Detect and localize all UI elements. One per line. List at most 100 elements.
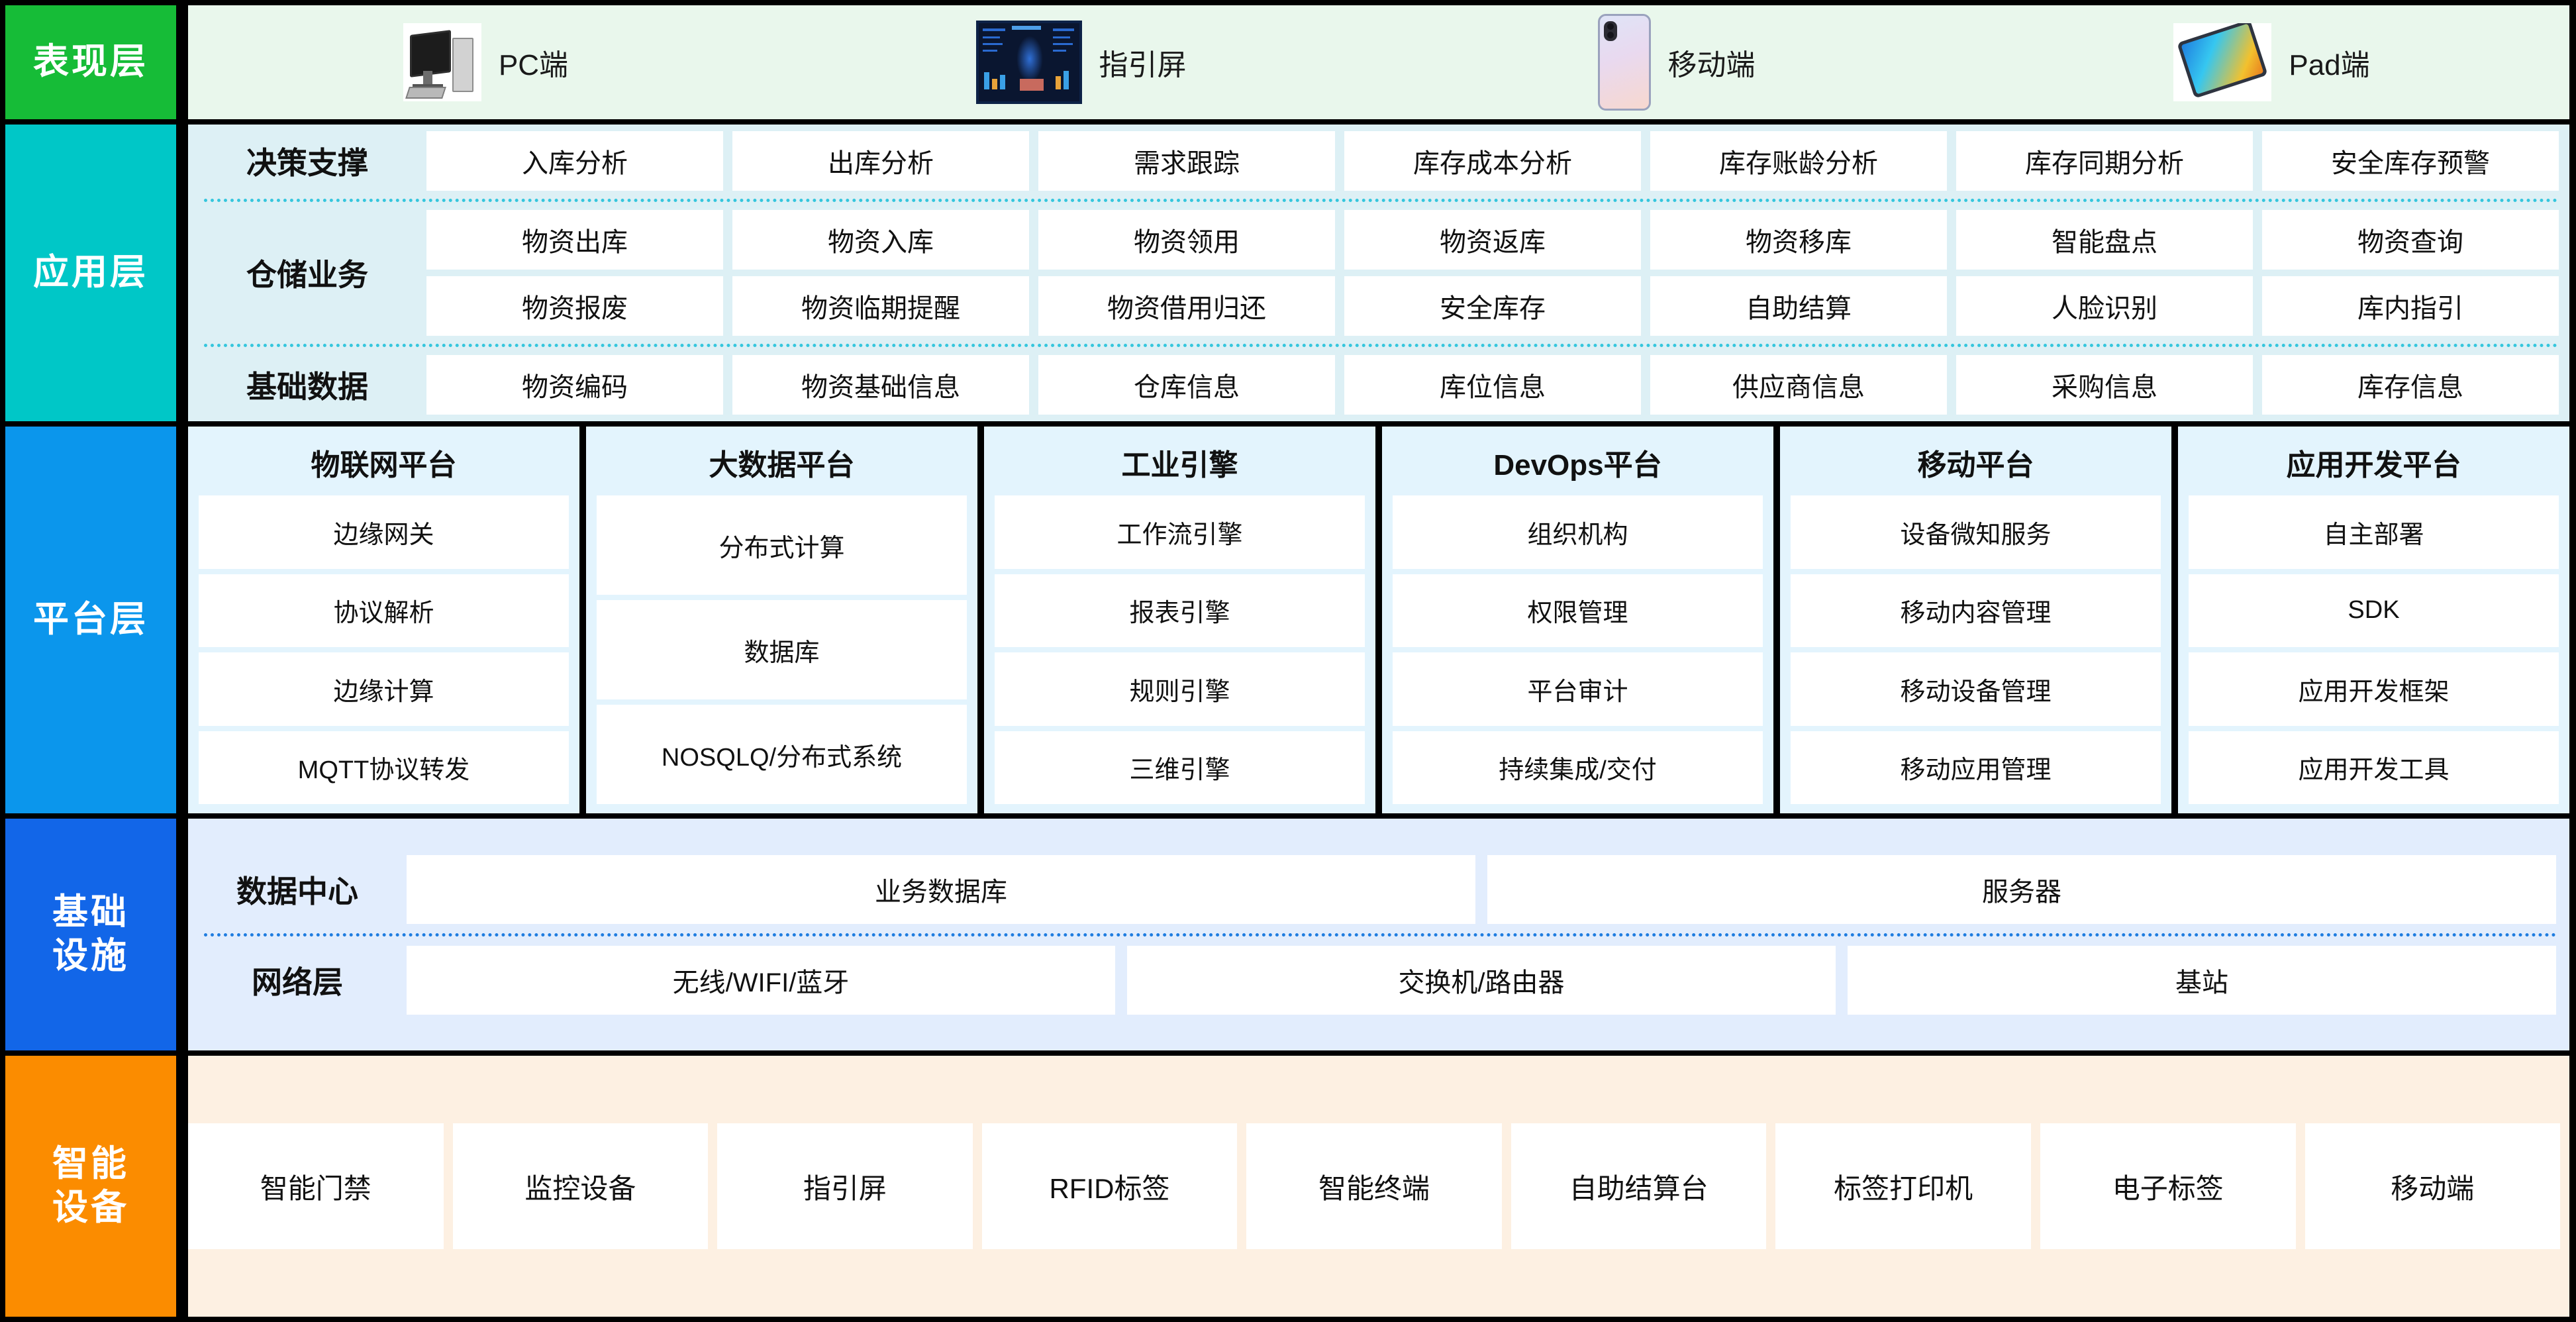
device-cell[interactable]: 智能门禁 xyxy=(188,1123,444,1249)
platform-item[interactable]: 移动应用管理 xyxy=(1791,731,2161,804)
device-cell[interactable]: 移动端 xyxy=(2304,1123,2561,1249)
infra-cell[interactable]: 交换机/路由器 xyxy=(1127,945,1836,1015)
cell-row: 物资报废 物资临期提醒 物资借用归还 安全库存 自助结算 人脸识别 库内指引 xyxy=(426,276,2559,336)
infra-cell[interactable]: 业务数据库 xyxy=(407,854,1475,924)
platform-column-items: 组织机构 权限管理 平台审计 持续集成/交付 xyxy=(1382,495,1773,804)
app-cell[interactable]: 物资基础信息 xyxy=(732,355,1029,415)
app-cell[interactable]: 物资领用 xyxy=(1038,210,1335,270)
platform-column-items: 边缘网关 协议解析 边缘计算 MQTT协议转发 xyxy=(188,495,579,804)
cell-row: 物资编码 物资基础信息 仓库信息 库位信息 供应商信息 采购信息 库存信息 xyxy=(426,355,2559,415)
app-cell[interactable]: 采购信息 xyxy=(1956,355,2253,415)
app-cell[interactable]: 安全库存 xyxy=(1344,276,1641,336)
architecture-diagram: 表现层 PC端 指引屏 移动端 Pad端 应用层 决策支撑 入库分析 出库分析 … xyxy=(0,0,2576,1322)
device-cell[interactable]: 标签打印机 xyxy=(1775,1123,2031,1249)
app-cell[interactable]: 库存成本分析 xyxy=(1344,131,1641,191)
app-cell[interactable]: 物资编码 xyxy=(426,355,723,415)
app-cell[interactable]: 库内指引 xyxy=(2262,276,2559,336)
platform-item[interactable]: 分布式计算 xyxy=(597,495,967,595)
group-divider xyxy=(204,344,2559,347)
layer-label-text-line2: 设施 xyxy=(52,936,129,976)
app-cell[interactable]: 库存信息 xyxy=(2262,355,2559,415)
app-cell[interactable]: 自助结算 xyxy=(1650,276,1947,336)
layer-label-presentation: 表现层 xyxy=(5,5,176,119)
app-cell[interactable]: 物资移库 xyxy=(1650,210,1947,270)
group-divider xyxy=(204,933,2557,937)
platform-item[interactable]: 自主部署 xyxy=(2189,495,2559,569)
group-title: 基础数据 xyxy=(246,370,368,404)
app-cell[interactable]: 物资报废 xyxy=(426,276,723,336)
presentation-items: PC端 指引屏 移动端 Pad端 xyxy=(188,5,2569,119)
platform-item[interactable]: 边缘计算 xyxy=(199,652,569,726)
presentation-item-pad[interactable]: Pad端 xyxy=(1974,23,2569,101)
device-cell[interactable]: RFID标签 xyxy=(981,1123,1238,1249)
platform-item[interactable]: SDK xyxy=(2189,574,2559,647)
platform-item[interactable]: 持续集成/交付 xyxy=(1393,731,1763,804)
presentation-label-pc: PC端 xyxy=(498,49,569,81)
app-cell[interactable]: 物资返库 xyxy=(1344,210,1641,270)
presentation-item-mobile[interactable]: 移动端 xyxy=(1379,14,1974,111)
app-cell[interactable]: 物资查询 xyxy=(2262,210,2559,270)
app-cell[interactable]: 入库分析 xyxy=(426,131,723,191)
app-cell[interactable]: 物资入库 xyxy=(732,210,1029,270)
app-cell[interactable]: 仓库信息 xyxy=(1038,355,1335,415)
presentation-layer-band: 表现层 PC端 指引屏 移动端 Pad端 xyxy=(0,5,2576,119)
app-cell[interactable]: 人脸识别 xyxy=(1956,276,2253,336)
presentation-item-pc[interactable]: PC端 xyxy=(188,23,783,101)
infra-cell[interactable]: 服务器 xyxy=(1487,854,2556,924)
app-cell[interactable]: 出库分析 xyxy=(732,131,1029,191)
app-cell[interactable]: 安全库存预警 xyxy=(2262,131,2559,191)
device-cell[interactable]: 监控设备 xyxy=(452,1123,709,1249)
platform-column-items: 自主部署 SDK 应用开发框架 应用开发工具 xyxy=(2178,495,2569,804)
app-cell[interactable]: 库位信息 xyxy=(1344,355,1641,415)
infrastructure-group-data-center: 数据中心 业务数据库 服务器 xyxy=(188,854,2569,924)
presentation-label-mobile: 移动端 xyxy=(1667,49,1756,81)
app-cell[interactable]: 物资借用归还 xyxy=(1038,276,1335,336)
smart-devices-layer-band: 智能 设备 智能门禁 监控设备 指引屏 RFID标签 智能终端 自助结算台 标签… xyxy=(0,1056,2576,1317)
app-cell[interactable]: 物资临期提醒 xyxy=(732,276,1029,336)
guidance-screen-icon xyxy=(975,21,1082,104)
platform-item[interactable]: MQTT协议转发 xyxy=(199,731,569,804)
platform-item[interactable]: 平台审计 xyxy=(1393,652,1763,726)
platform-column-title: DevOps平台 xyxy=(1493,449,1662,482)
infrastructure-groups: 数据中心 业务数据库 服务器 网络层 无线/WIFI/蓝牙 交换机/路由器 基站 xyxy=(188,819,2569,1050)
platform-item[interactable]: 边缘网关 xyxy=(199,495,569,569)
platform-column-iot: 物联网平台 边缘网关 协议解析 边缘计算 MQTT协议转发 xyxy=(188,427,579,813)
platform-item[interactable]: 工作流引擎 xyxy=(995,495,1365,569)
infra-cell[interactable]: 无线/WIFI/蓝牙 xyxy=(407,945,1115,1015)
platform-item[interactable]: NOSQLQ/分布式系统 xyxy=(597,705,967,804)
platform-item[interactable]: 移动内容管理 xyxy=(1791,574,2161,647)
platform-item[interactable]: 组织机构 xyxy=(1393,495,1763,569)
platform-column-title: 移动平台 xyxy=(1917,449,2034,482)
mobile-phone-icon xyxy=(1597,14,1651,111)
device-cell[interactable]: 电子标签 xyxy=(2040,1123,2296,1249)
app-cell[interactable]: 需求跟踪 xyxy=(1038,131,1335,191)
app-cell[interactable]: 库存同期分析 xyxy=(1956,131,2253,191)
platform-item[interactable]: 协议解析 xyxy=(199,574,569,647)
layer-label-text: 应用层 xyxy=(33,252,148,293)
platform-item[interactable]: 设备微知服务 xyxy=(1791,495,2161,569)
cell-row: 物资出库 物资入库 物资领用 物资返库 物资移库 智能盘点 物资查询 xyxy=(426,210,2559,270)
platform-item[interactable]: 权限管理 xyxy=(1393,574,1763,647)
device-cell[interactable]: 智能终端 xyxy=(1246,1123,1502,1249)
platform-column-title: 应用开发平台 xyxy=(2286,449,2461,482)
presentation-item-guidance-screen[interactable]: 指引屏 xyxy=(783,21,1379,104)
platform-item[interactable]: 三维引擎 xyxy=(995,731,1365,804)
platform-item[interactable]: 应用开发框架 xyxy=(2189,652,2559,726)
app-cell[interactable]: 物资出库 xyxy=(426,210,723,270)
device-cell[interactable]: 自助结算台 xyxy=(1511,1123,1767,1249)
layer-label-application: 应用层 xyxy=(5,125,176,421)
application-layer-band: 应用层 决策支撑 入库分析 出库分析 需求跟踪 库存成本分析 库存账龄分析 库存… xyxy=(0,125,2576,421)
platform-item[interactable]: 规则引擎 xyxy=(995,652,1365,726)
device-cell[interactable]: 指引屏 xyxy=(717,1123,973,1249)
platform-item[interactable]: 移动设备管理 xyxy=(1791,652,2161,726)
platform-item[interactable]: 报表引擎 xyxy=(995,574,1365,647)
app-cell[interactable]: 智能盘点 xyxy=(1956,210,2253,270)
group-cells: 业务数据库 服务器 xyxy=(407,854,2569,924)
app-cell[interactable]: 供应商信息 xyxy=(1650,355,1947,415)
app-cell[interactable]: 库存账龄分析 xyxy=(1650,131,1947,191)
platform-item[interactable]: 应用开发工具 xyxy=(2189,731,2559,804)
platform-column-bigdata: 大数据平台 分布式计算 数据库 NOSQLQ/分布式系统 xyxy=(586,427,977,813)
infrastructure-layer-band: 基础 设施 数据中心 业务数据库 服务器 网络层 无线/WIFI/蓝牙 交换机/… xyxy=(0,819,2576,1050)
infra-cell[interactable]: 基站 xyxy=(1848,945,2556,1015)
platform-item[interactable]: 数据库 xyxy=(597,600,967,699)
